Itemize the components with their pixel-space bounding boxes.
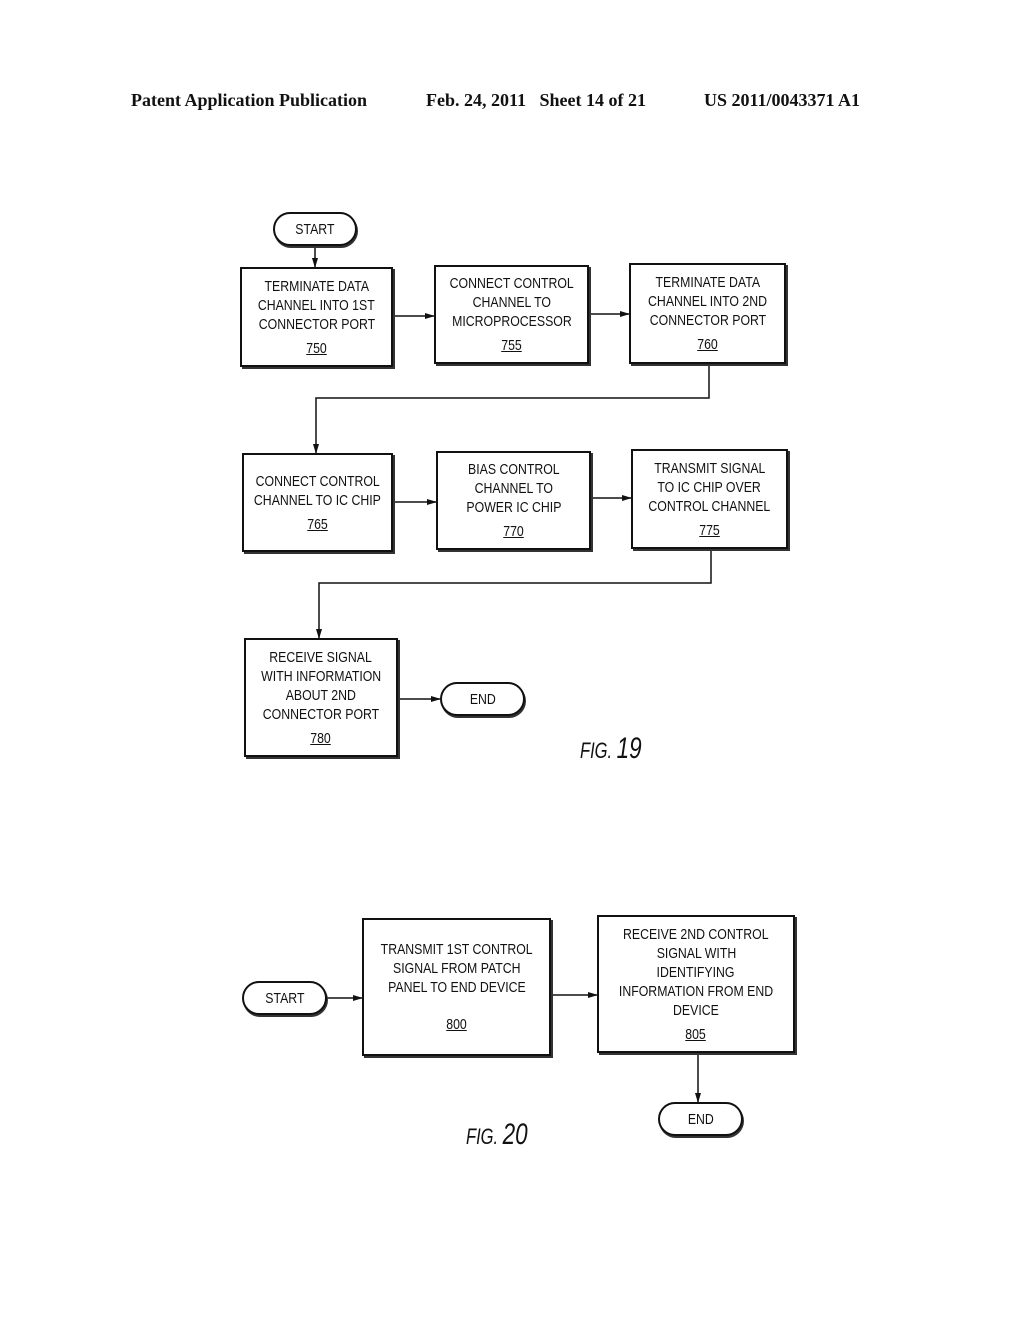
fig19-label: FIG. 19 xyxy=(580,732,642,765)
step-text: CONNECTOR PORT xyxy=(649,312,766,329)
fig20-label: FIG. 20 xyxy=(466,1118,528,1151)
fig19-end-terminal: END xyxy=(440,682,525,716)
fig20-step-800: TRANSMIT 1ST CONTROL SIGNAL FROM PATCH P… xyxy=(362,918,551,1056)
step-text: CONNECT CONTROL xyxy=(255,472,380,490)
step-text: WITH INFORMATION xyxy=(260,667,382,685)
step-reference-number: 770 xyxy=(503,523,524,540)
step-text: BIAS CONTROL xyxy=(467,461,560,478)
step-reference-number: 775 xyxy=(699,521,720,539)
step-text: TRANSMIT SIGNAL xyxy=(653,459,766,477)
fig20-start-terminal: START xyxy=(242,981,327,1015)
step-text: CHANNEL INTO 1ST xyxy=(258,296,375,314)
step-text: POWER IC CHIP xyxy=(466,499,561,516)
step-text: CHANNEL TO xyxy=(474,480,553,497)
step-text: RECEIVE SIGNAL xyxy=(269,648,373,666)
step-text: TERMINATE DATA xyxy=(655,274,760,291)
step-text: DEVICE xyxy=(673,1001,719,1019)
step-reference-number: 755 xyxy=(501,337,522,354)
fig19-step-765: CONNECT CONTROL CHANNEL TO IC CHIP 765 xyxy=(242,453,393,552)
step-text: ABOUT 2ND xyxy=(285,686,357,704)
fig19-step-770: BIAS CONTROL CHANNEL TO POWER IC CHIP 77… xyxy=(436,451,591,550)
step-text: RECEIVE 2ND CONTROL xyxy=(623,925,769,943)
step-text: CONNECT CONTROL xyxy=(449,275,574,292)
fig20-end-terminal: END xyxy=(658,1102,743,1136)
fig20-step-805: RECEIVE 2ND CONTROL SIGNAL WITH IDENTIFY… xyxy=(597,915,795,1053)
step-reference-number: 760 xyxy=(697,336,718,353)
fig19-step-755: CONNECT CONTROL CHANNEL TO MICROPROCESSO… xyxy=(434,265,589,364)
step-text: TERMINATE DATA xyxy=(264,277,369,295)
step-reference-number: 780 xyxy=(310,729,332,747)
arrow-760-to-765 xyxy=(313,364,710,454)
step-text: SIGNAL WITH xyxy=(656,944,736,962)
step-reference-number: 765 xyxy=(307,515,328,533)
step-text: CHANNEL INTO 2ND xyxy=(648,293,767,310)
fig19-step-775: TRANSMIT SIGNAL TO IC CHIP OVER CONTROL … xyxy=(631,449,788,549)
step-text: MICROPROCESSOR xyxy=(451,313,572,330)
step-text: CHANNEL TO IC CHIP xyxy=(254,491,381,509)
fig19-step-760: TERMINATE DATA CHANNEL INTO 2ND CONNECTO… xyxy=(629,263,786,364)
step-reference-number: 805 xyxy=(685,1025,707,1043)
step-text: IDENTIFYING xyxy=(657,963,735,981)
step-text: CONNECTOR PORT xyxy=(262,705,380,723)
step-text: CONNECTOR PORT xyxy=(258,315,375,333)
step-text: INFORMATION FROM END xyxy=(618,982,774,1000)
step-text: TRANSMIT 1ST CONTROL xyxy=(380,941,533,958)
fig19-step-780: RECEIVE SIGNAL WITH INFORMATION ABOUT 2N… xyxy=(244,638,398,757)
arrow-775-to-780 xyxy=(316,550,712,639)
fig19-step-750: TERMINATE DATA CHANNEL INTO 1ST CONNECTO… xyxy=(240,267,393,367)
step-text: TO IC CHIP OVER xyxy=(657,478,762,496)
step-reference-number: 800 xyxy=(446,1016,467,1033)
step-text: CHANNEL TO xyxy=(472,294,551,311)
fig19-start-terminal: START xyxy=(273,212,357,246)
step-reference-number: 750 xyxy=(306,339,327,357)
step-text: CONTROL CHANNEL xyxy=(648,497,771,515)
step-text: SIGNAL FROM PATCH xyxy=(392,960,521,977)
step-text: PANEL TO END DEVICE xyxy=(387,979,526,996)
